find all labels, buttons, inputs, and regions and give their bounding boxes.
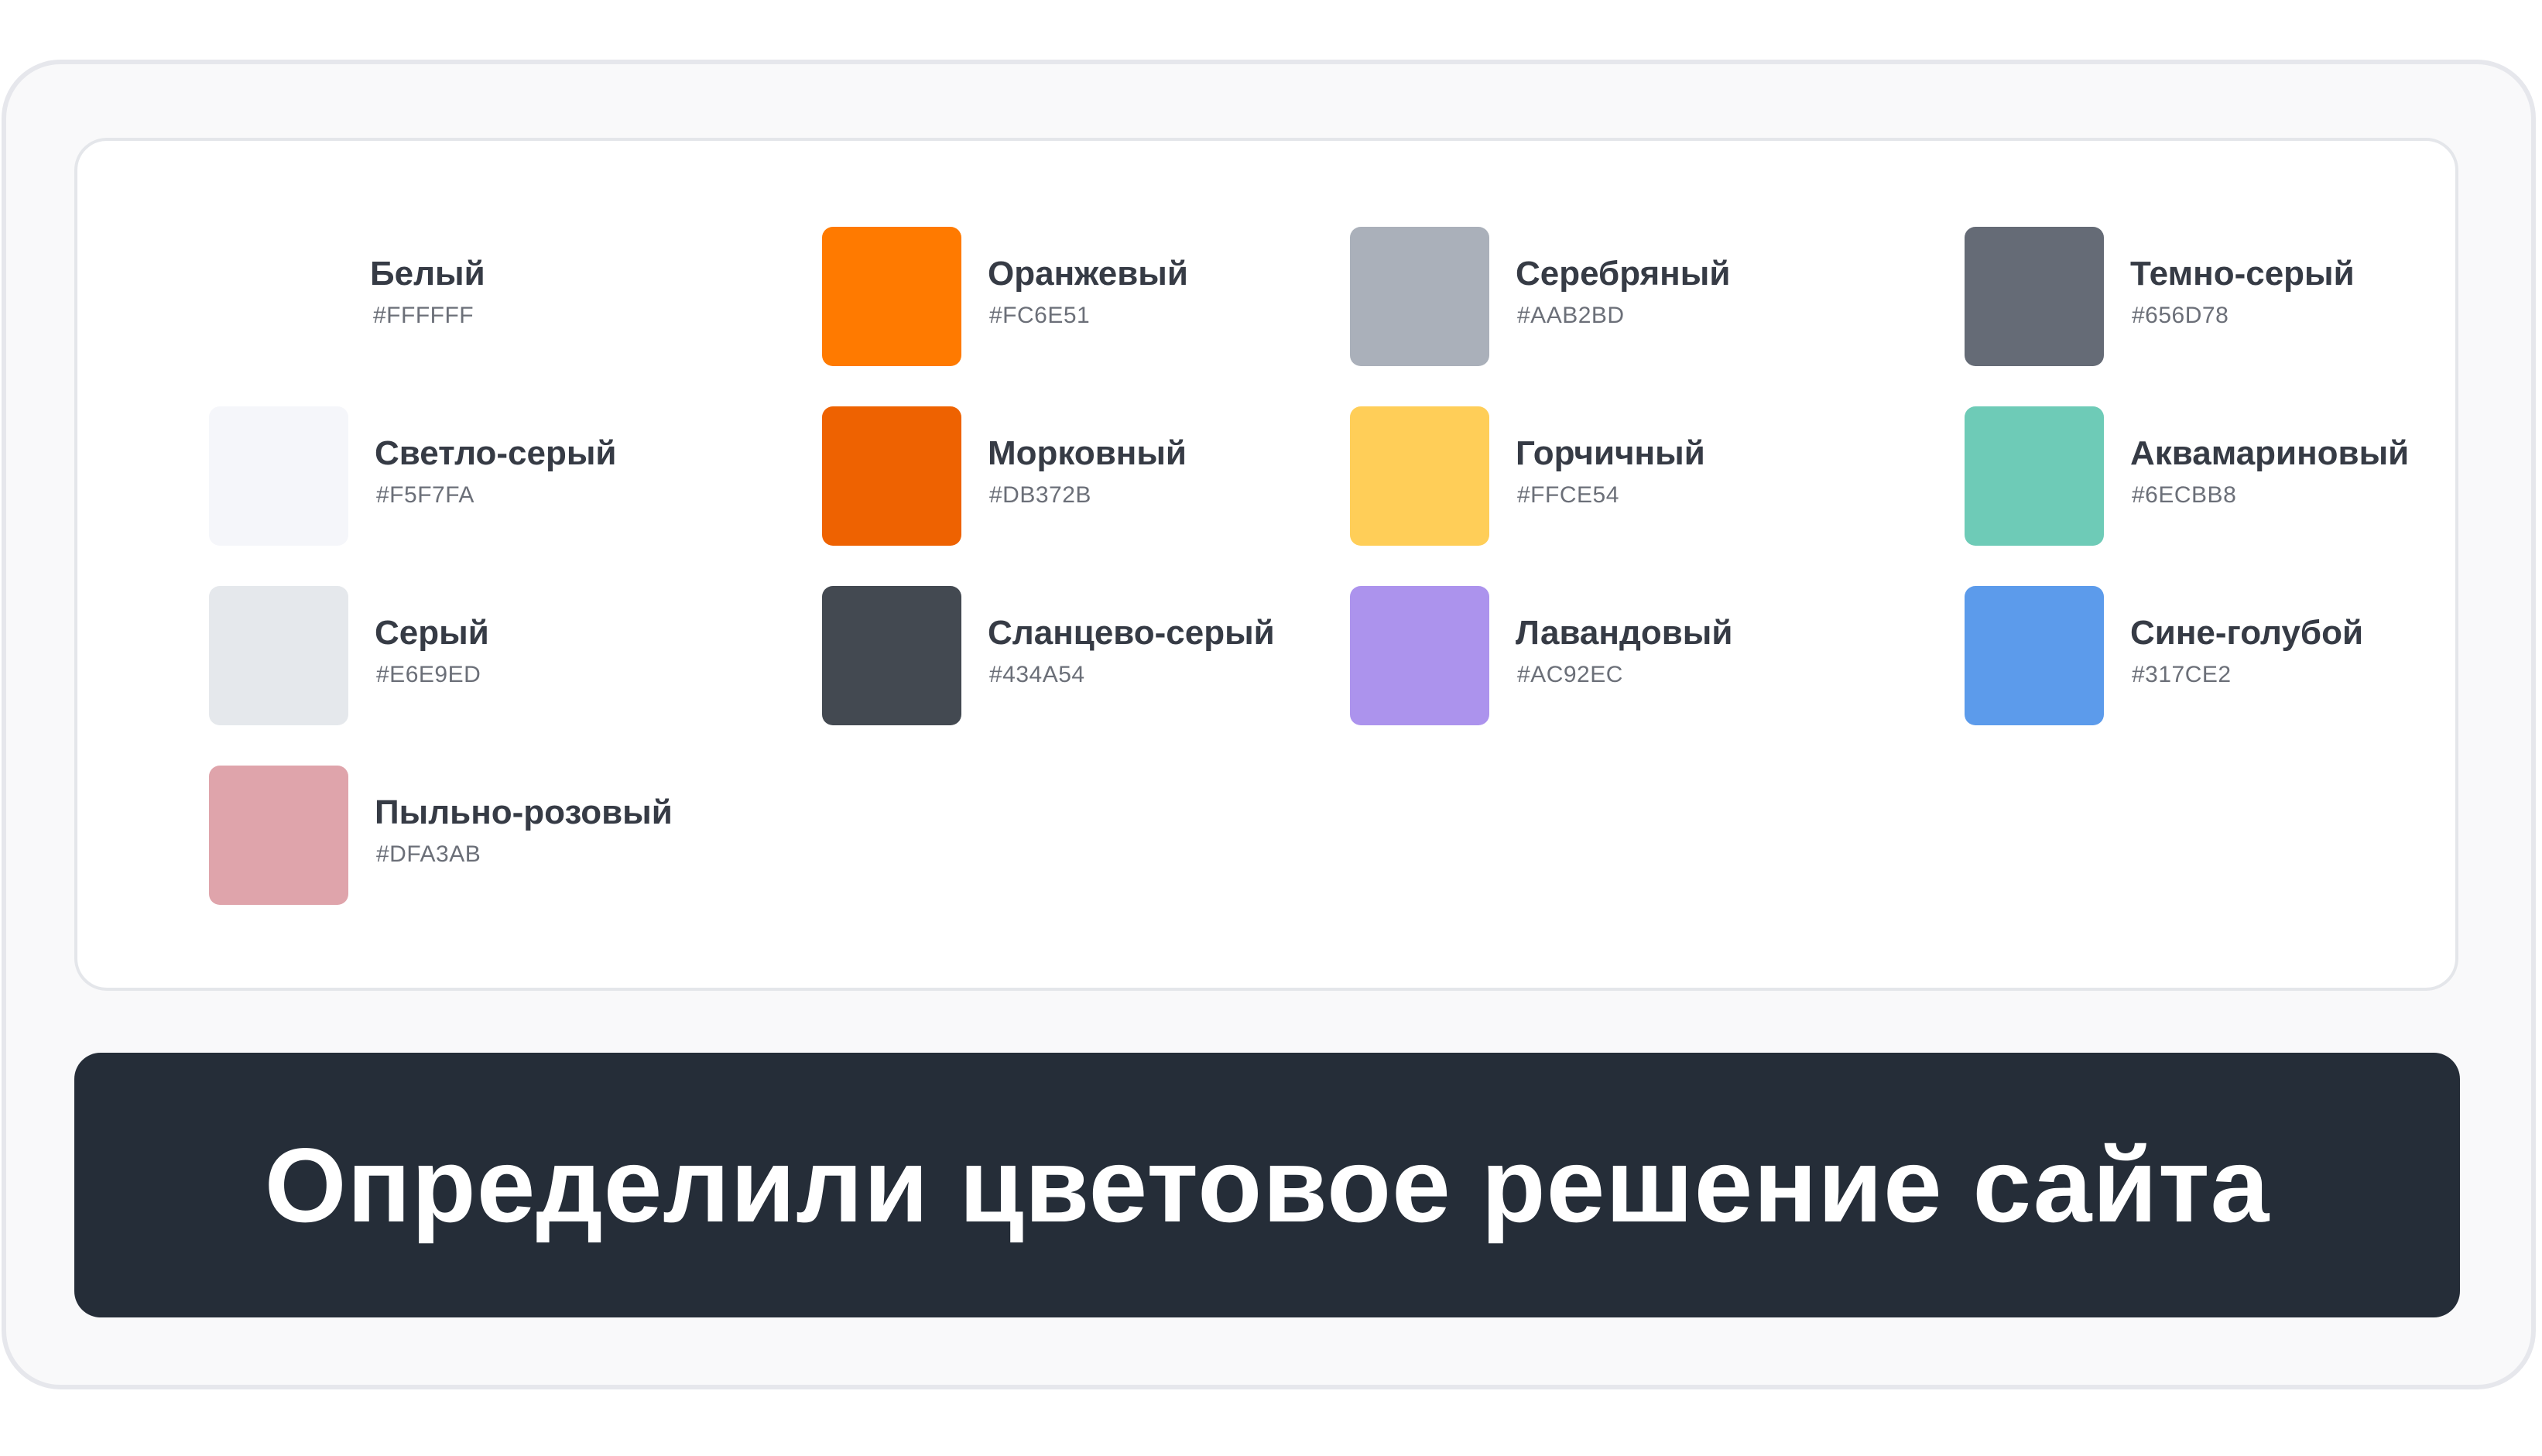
color-swatch bbox=[1965, 406, 2104, 546]
color-swatch bbox=[822, 586, 961, 725]
color-swatch bbox=[209, 406, 348, 546]
color-name: Серый bbox=[375, 614, 489, 652]
color-hex: #E6E9ED bbox=[376, 662, 481, 687]
color-hex: #F5F7FA bbox=[376, 482, 474, 508]
color-hex: #DFA3AB bbox=[376, 841, 481, 867]
color-name: Светло-серый bbox=[375, 434, 617, 472]
color-hex: #317CE2 bbox=[2132, 662, 2232, 687]
color-swatch bbox=[1965, 586, 2104, 725]
color-swatch bbox=[822, 227, 961, 366]
color-name: Темно-серый bbox=[2130, 255, 2355, 293]
color-name: Сине-голубой bbox=[2130, 614, 2363, 652]
color-name: Серебряный bbox=[1516, 255, 1731, 293]
color-hex: #FFFFFF bbox=[373, 303, 474, 328]
color-hex: #DB372B bbox=[989, 482, 1091, 508]
color-swatch bbox=[209, 227, 348, 366]
color-hex: #434A54 bbox=[989, 662, 1085, 687]
color-swatch bbox=[1350, 227, 1489, 366]
color-name: Белый bbox=[370, 255, 485, 293]
page-title: Определили цветовое решение сайта bbox=[264, 1126, 2270, 1244]
color-palette-panel: Белый #FFFFFF Оранжевый #FC6E51 Серебрян… bbox=[74, 138, 2458, 991]
color-name: Аквамариновый bbox=[2130, 434, 2410, 472]
color-swatch bbox=[1965, 227, 2104, 366]
color-hex: #FFCE54 bbox=[1517, 482, 1619, 508]
color-hex: #6ECBB8 bbox=[2132, 482, 2237, 508]
title-banner: Определили цветовое решение сайта bbox=[74, 1053, 2460, 1317]
color-hex: #FC6E51 bbox=[989, 303, 1091, 328]
color-swatch bbox=[1350, 586, 1489, 725]
color-name: Лавандовый bbox=[1516, 614, 1733, 652]
color-name: Пыльно-розовый bbox=[375, 793, 673, 831]
color-hex: #AC92EC bbox=[1517, 662, 1623, 687]
color-swatch bbox=[1350, 406, 1489, 546]
color-name: Оранжевый bbox=[988, 255, 1188, 293]
color-name: Морковный bbox=[988, 434, 1187, 472]
color-swatch bbox=[209, 586, 348, 725]
color-hex: #656D78 bbox=[2132, 303, 2229, 328]
color-swatch bbox=[822, 406, 961, 546]
color-name: Сланцево-серый bbox=[988, 614, 1275, 652]
color-hex: #AAB2BD bbox=[1517, 303, 1625, 328]
color-name: Горчичный bbox=[1516, 434, 1705, 472]
color-swatch bbox=[209, 766, 348, 905]
